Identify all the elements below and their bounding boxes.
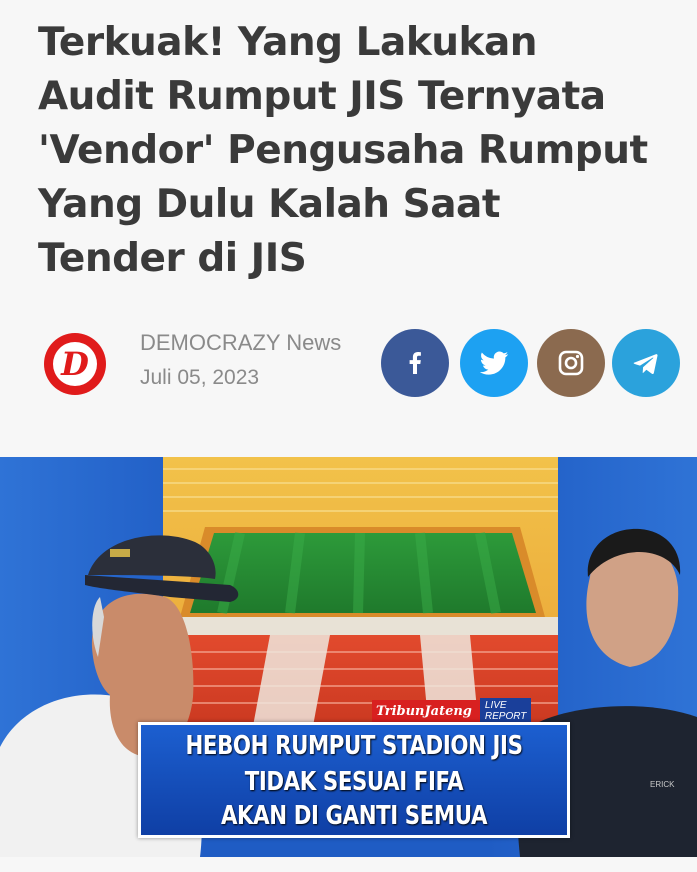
share-twitter-button[interactable] [460,329,528,397]
jacket-label: ERICK [650,780,675,789]
source-logo[interactable]: D [44,333,106,395]
caption-line: TIDAK SESUAI FIFA [244,767,464,797]
headline-line: Terkuak! Yang Lakukan [38,20,538,65]
caption-line: AKAN DI GANTI SEMUA [220,801,488,831]
article-headline: Terkuak! Yang Lakukan Audit Rumput JIS T… [38,16,678,286]
facebook-icon [398,346,432,380]
publish-date: Juli 05, 2023 [140,366,260,389]
twitter-icon [477,346,511,380]
image-caption-box: HEBOH RUMPUT STADION JIS TIDAK SESUAI FI… [138,722,570,838]
share-instagram-button[interactable] [537,329,605,397]
share-facebook-button[interactable] [381,329,449,397]
tag-live: LIVE REPORT [479,698,532,724]
source-name[interactable]: DEMOCRAZY News [140,330,341,356]
headline-line: 'Vendor' Pengusaha Rumput [38,128,648,173]
article-image: ERICK TribunJateng LIVE REPORT HEBOH RUM… [0,457,697,857]
share-telegram-button[interactable] [612,329,680,397]
telegram-icon [630,347,662,379]
instagram-icon [556,348,586,378]
tribun-live-tag: TribunJateng LIVE REPORT [372,698,532,724]
headline-line: Audit Rumput JIS Ternyata [38,74,606,119]
logo-glyph: D [53,342,97,386]
headline-line: Yang Dulu Kalah Saat [38,182,501,227]
caption-line: HEBOH RUMPUT STADION JIS [185,731,523,761]
headline-line: Tender di JIS [38,236,307,281]
tag-brand: TribunJateng [376,703,472,719]
page-bottom [0,857,697,872]
